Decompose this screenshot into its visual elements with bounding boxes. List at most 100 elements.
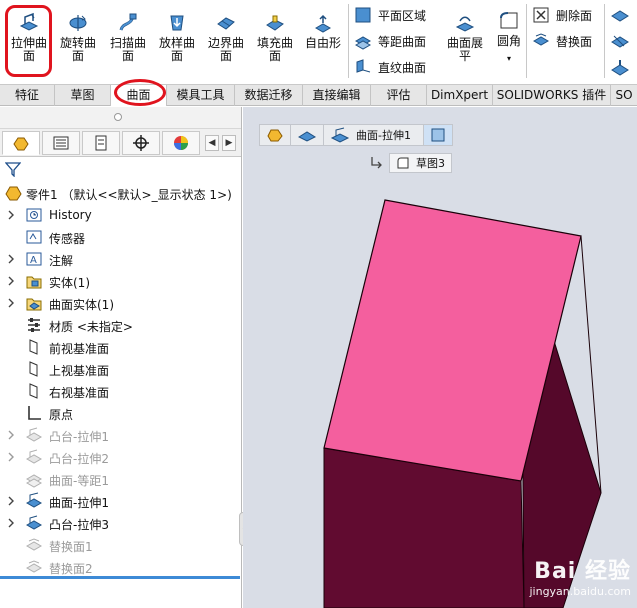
tree-item[interactable]: 实体(1) xyxy=(0,270,241,292)
part-icon xyxy=(5,186,22,201)
tab-solidworks-addins[interactable]: SOLIDWORKS 插件 xyxy=(493,85,611,106)
ruled-surface-button[interactable]: 直纹曲面 xyxy=(354,56,426,78)
tabs-scroll-left-button[interactable]: ◀ xyxy=(205,135,219,151)
boundary-surface-icon xyxy=(217,17,235,30)
surface-flatten-button[interactable]: 曲面展 平 xyxy=(440,8,490,80)
freeform-button[interactable]: 自由形 xyxy=(300,8,346,80)
graphics-viewport[interactable]: 曲面-拉伸1 草图3 Bai 经验 jingyan.baidu.com xyxy=(243,107,637,608)
boss-extrude-icon xyxy=(25,449,43,464)
tree-item-label: History xyxy=(49,208,92,222)
expand-arrow-icon[interactable] xyxy=(7,518,15,528)
breadcrumb-sketch-row: 草图3 xyxy=(369,153,452,173)
tree-item[interactable]: 右视基准面 xyxy=(0,380,241,402)
tree-item[interactable]: 凸台-拉伸3 xyxy=(0,512,241,534)
tab-features[interactable]: 特征 xyxy=(0,85,55,106)
boundary-surface-button[interactable]: 边界曲 面 xyxy=(202,8,250,80)
breadcrumb-feature-label: 曲面-拉伸1 xyxy=(356,129,411,142)
annotation-icon: A xyxy=(26,252,42,266)
fillet-dropdown-icon[interactable]: ▾ xyxy=(494,52,524,65)
expand-arrow-icon[interactable] xyxy=(7,452,15,462)
fillet-button[interactable]: 圆角 ▾ xyxy=(494,6,524,78)
tab-mold-tools[interactable]: 模具工具 xyxy=(167,85,235,106)
expand-arrow-icon[interactable] xyxy=(7,210,15,220)
origin-icon xyxy=(28,406,41,420)
tab-feature-manager[interactable] xyxy=(2,131,40,155)
expand-arrow-icon[interactable] xyxy=(7,496,15,506)
feature-arrow-icon xyxy=(297,131,317,142)
breadcrumb-feature[interactable]: 曲面-拉伸1 xyxy=(323,124,424,146)
tab-sketch[interactable]: 草图 xyxy=(55,85,111,106)
planar-surface-button[interactable]: 平面区域 xyxy=(354,4,426,26)
expand-arrow-icon[interactable] xyxy=(7,430,15,440)
material-icon xyxy=(28,318,40,332)
tree-root-part[interactable]: 零件1 （默认<<默认>_显示状态 1>) xyxy=(0,182,241,204)
delete-face-button[interactable]: 删除面 xyxy=(532,4,592,26)
breadcrumb-body[interactable] xyxy=(422,124,453,146)
crosshair-icon xyxy=(133,135,149,151)
tree-item[interactable]: 曲面-拉伸1 xyxy=(0,490,241,512)
boss-extrude-icon xyxy=(25,515,43,530)
tab-display-manager[interactable] xyxy=(162,131,200,155)
tree-item[interactable]: 凸台-拉伸1 xyxy=(0,424,241,446)
tab-dimxpert[interactable]: DimXpert xyxy=(427,85,493,106)
tabs-scroll-right-button[interactable]: ▶ xyxy=(222,135,236,151)
breadcrumb-arrow[interactable] xyxy=(290,124,324,146)
ruled-surface-icon xyxy=(356,59,371,73)
tree-item-label: 曲面-拉伸1 xyxy=(49,496,109,510)
tab-dimxpert-manager[interactable] xyxy=(122,131,160,155)
command-tab-bar: 特征 草图 曲面 模具工具 数据迁移 直接编辑 评估 DimXpert SOLI… xyxy=(0,84,637,106)
tab-property-manager[interactable] xyxy=(42,131,80,155)
tab-data-migration[interactable]: 数据迁移 xyxy=(235,85,303,106)
child-arrow-icon xyxy=(371,157,382,169)
tree-item-label: 曲面-等距1 xyxy=(49,474,109,488)
ribbon-divider xyxy=(604,4,605,78)
swept-surface-button[interactable]: 扫描曲 面 xyxy=(104,8,152,80)
3d-model[interactable] xyxy=(243,107,637,608)
boss-extrude-icon xyxy=(25,427,43,442)
expand-arrow-icon[interactable] xyxy=(7,276,15,286)
lofted-surface-button[interactable]: 放样曲 面 xyxy=(154,8,200,80)
tree-item[interactable]: A 注解 xyxy=(0,248,241,270)
tab-direct-editing[interactable]: 直接编辑 xyxy=(303,85,371,106)
tree-item[interactable]: 前视基准面 xyxy=(0,336,241,358)
filter-icon[interactable] xyxy=(5,161,21,177)
expand-arrow-icon[interactable] xyxy=(7,298,15,308)
tree-item[interactable]: 替换面2 xyxy=(0,556,241,578)
tree-item-label: 替换面2 xyxy=(49,562,93,576)
tree-item[interactable]: 原点 xyxy=(0,402,241,424)
tab-configuration-manager[interactable] xyxy=(82,131,120,155)
configuration-icon xyxy=(95,135,107,151)
watermark-brand: Bai 经验 xyxy=(534,559,631,584)
offset-surface-button[interactable]: 等距曲面 xyxy=(354,30,426,52)
highlight-ellipse-ribbon xyxy=(5,5,52,77)
tree-item[interactable]: 上视基准面 xyxy=(0,358,241,380)
replace-face-label: 替换面 xyxy=(556,34,593,49)
tab-evaluate[interactable]: 评估 xyxy=(371,85,427,106)
panel-pin-icon[interactable] xyxy=(114,113,122,121)
expand-arrow-icon[interactable] xyxy=(7,254,15,264)
tree-item[interactable]: 传感器 xyxy=(0,226,241,248)
plane-icon xyxy=(29,361,38,377)
tree-item[interactable]: 替换面1 xyxy=(0,534,241,556)
replace-face-button[interactable]: 替换面 xyxy=(532,30,592,52)
surface-flatten-icon xyxy=(455,16,475,32)
knit-surface-icon[interactable] xyxy=(610,6,630,24)
tree-item[interactable]: History xyxy=(0,204,241,226)
feature-manager-tabs: ◀ ▶ xyxy=(0,129,241,157)
breadcrumb-sketch[interactable]: 草图3 xyxy=(389,153,452,173)
tree-item[interactable]: 曲面-等距1 xyxy=(0,468,241,490)
thicken-icon[interactable] xyxy=(610,58,630,76)
revolved-surface-button[interactable]: 旋转曲 面 xyxy=(54,8,102,80)
tree-item[interactable]: 曲面实体(1) xyxy=(0,292,241,314)
tree-item[interactable]: 材质 <未指定> xyxy=(0,314,241,336)
tab-solidworks-more[interactable]: SO xyxy=(611,85,637,106)
lofted-surface-label: 放样曲 面 xyxy=(158,36,195,63)
tree-item[interactable]: 凸台-拉伸2 xyxy=(0,446,241,468)
breadcrumb-part[interactable] xyxy=(259,124,291,146)
offset-surface-label: 等距曲面 xyxy=(378,34,427,49)
filled-surface-button[interactable]: 填充曲 面 xyxy=(252,8,298,80)
tree-item-label: 材质 <未指定> xyxy=(49,320,133,334)
trim-surface-icon[interactable] xyxy=(610,32,630,50)
tree-root-label: 零件1 （默认<<默认>_显示状态 1>) xyxy=(26,188,232,202)
offset-surface-icon xyxy=(354,36,372,50)
